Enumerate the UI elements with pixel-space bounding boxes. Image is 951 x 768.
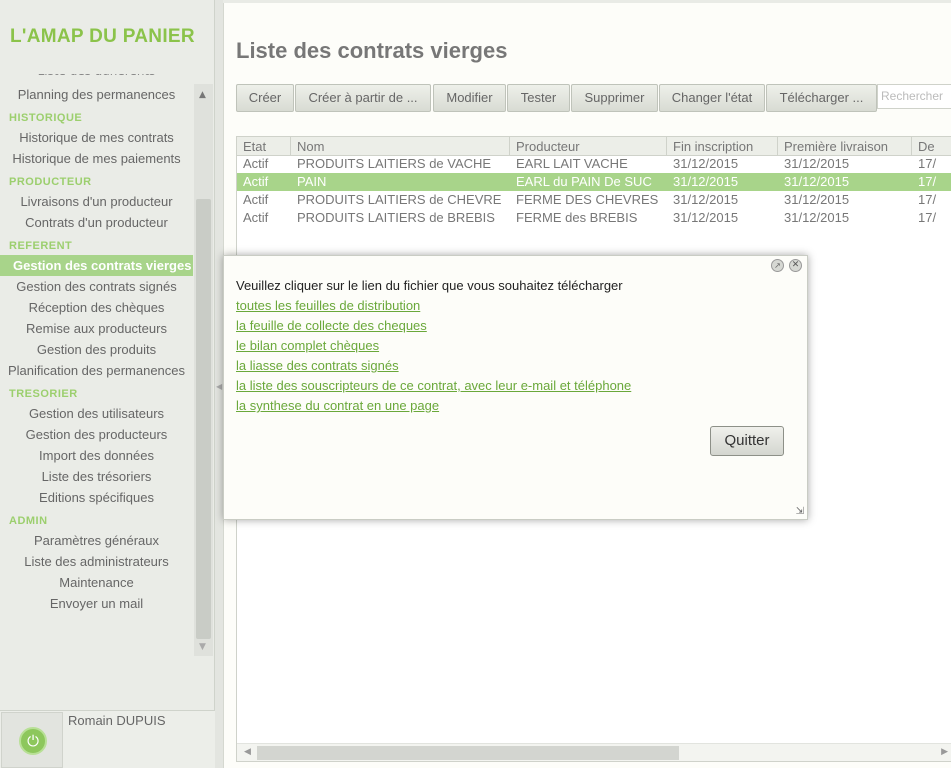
maximize-icon[interactable]: ↗ [771,259,784,272]
sidebar-item-remise-producteurs[interactable]: Remise aux producteurs [0,318,193,339]
table-cell: 31/12/2015 [673,192,739,207]
scrollbar-thumb[interactable] [196,199,211,639]
sidebar-menu: Liste des adhérents Planning des permane… [0,74,193,656]
table-cell: 17/ [918,174,937,189]
link-feuille-collecte-cheques[interactable]: la feuille de collecte des cheques [236,318,427,333]
table-cell: EARL du PAIN De SUC [516,174,652,189]
resize-handle-icon[interactable]: ⇲ [796,506,804,517]
sidebar-item-envoyer-mail[interactable]: Envoyer un mail [0,593,193,614]
column-header[interactable]: De [912,137,951,156]
scroll-down-icon[interactable]: ▼ [199,642,206,652]
link-liste-souscripteurs[interactable]: la liste des souscripteurs de ce contrat… [236,378,631,393]
table-row[interactable]: Actif PRODUITS LAITIERS de BREBIS FERME … [237,209,951,227]
table-row[interactable]: Actif PRODUITS LAITIERS de CHEVRE FERME … [237,191,951,209]
sidebar-item-gestion-contrats-vierges[interactable]: Gestion des contrats vierges [0,255,193,276]
sidebar-item-editions-specifiques[interactable]: Editions spécifiques [0,487,193,508]
power-icon[interactable]: ⏻ [19,727,47,755]
table-cell: 31/12/2015 [784,156,850,171]
sidebar-item-livraisons-producteur[interactable]: Livraisons d'un producteur [0,191,193,212]
table-cell: PRODUITS LAITIERS de VACHE [297,156,492,171]
table-cell: 31/12/2015 [673,156,739,171]
test-button[interactable]: Tester [507,84,570,112]
sidebar-item-gestion-utilisateurs[interactable]: Gestion des utilisateurs [0,403,193,424]
link-liasse-contrats[interactable]: la liasse des contrats signés [236,358,399,373]
logout-button[interactable]: ⏻ [1,712,63,768]
table-cell: 31/12/2015 [784,192,850,207]
quit-button[interactable]: Quitter [710,426,784,456]
table-cell: 31/12/2015 [673,210,739,225]
delete-button[interactable]: Supprimer [571,84,658,112]
sidebar-item-liste-administrateurs[interactable]: Liste des administrateurs [0,551,193,572]
sidebar-scrollbar[interactable]: ▲ ▼ [194,84,213,656]
table-cell: 17/ [918,156,937,171]
sidebar-item-import-donnees[interactable]: Import des données [0,445,193,466]
sidebar-item-planning-des-permanences[interactable]: Planning des permanences [0,84,193,105]
section-admin: ADMIN [9,515,48,527]
table-cell: 31/12/2015 [784,210,850,225]
column-header[interactable]: Fin inscription [667,137,778,156]
page-title: Liste des contrats vierges [236,38,508,63]
sidebar-item-contrats-producteur[interactable]: Contrats d'un producteur [0,212,193,233]
table-cell: PAIN [297,174,327,189]
scroll-left-icon[interactable]: ◀ [244,747,251,757]
change-state-button[interactable]: Changer l'état [659,84,765,112]
search-input[interactable]: Rechercher [877,84,951,109]
section-referent: REFERENT [9,240,73,252]
table-cell: Actif [243,192,269,207]
app-title: L'AMAP DU PANIER [10,26,195,47]
section-historique: HISTORIQUE [9,112,83,124]
link-bilan-cheques[interactable]: le bilan complet chèques [236,338,379,353]
splitter-handle-icon[interactable]: ◀ [216,382,222,391]
download-dialog: ↗ ✕ Veuillez cliquer sur le lien du fich… [223,255,808,520]
sidebar-item-gestion-contrats-signes[interactable]: Gestion des contrats signés [0,276,193,297]
table-cell: 31/12/2015 [673,174,739,189]
section-producteur: PRODUCTEUR [9,176,92,188]
table-cell: PRODUITS LAITIERS de CHEVRE [297,192,502,207]
scrollbar-thumb[interactable] [257,746,679,760]
close-icon[interactable]: ✕ [789,259,802,272]
user-box: ⏻ Romain DUPUIS [0,710,215,768]
table-cell: 17/ [918,192,937,207]
table-header: Etat Nom Producteur Fin inscription Prem… [237,137,951,156]
scroll-up-icon[interactable]: ▲ [199,90,206,100]
scroll-right-icon[interactable]: ▶ [941,747,948,757]
table-cell: FERME DES CHEVRES [516,192,659,207]
sidebar-item-gestion-producteurs[interactable]: Gestion des producteurs [0,424,193,445]
create-button[interactable]: Créer [236,84,294,112]
sidebar-item-gestion-produits[interactable]: Gestion des produits [0,339,193,360]
modify-button[interactable]: Modifier [433,84,506,112]
table-cell: FERME des BREBIS [516,210,638,225]
user-name: Romain DUPUIS [68,713,166,728]
sidebar-item-maintenance[interactable]: Maintenance [0,572,193,593]
sidebar-item-reception-cheques[interactable]: Réception des chèques [0,297,193,318]
column-header[interactable]: Nom [291,137,510,156]
horizontal-scrollbar[interactable]: ◀ ▶ [237,743,951,761]
link-synthese-contrat[interactable]: la synthese du contrat en une page [236,398,439,413]
sidebar-item-historique-contrats[interactable]: Historique de mes contrats [0,127,193,148]
sidebar-item-planification-permanences[interactable]: Planification des permanences [0,360,193,381]
table-cell: PRODUITS LAITIERS de BREBIS [297,210,495,225]
sidebar-item-liste-des-adherents[interactable]: Liste des adhérents [0,74,193,84]
table-cell: Actif [243,210,269,225]
table-cell: Actif [243,156,269,171]
table-row[interactable]: Actif PRODUITS LAITIERS de VACHE EARL LA… [237,155,951,173]
column-header[interactable]: Première livraison [778,137,912,156]
table-cell: 17/ [918,210,937,225]
create-from-button[interactable]: Créer à partir de ... [295,84,431,112]
dialog-message: Veuillez cliquer sur le lien du fichier … [236,278,623,293]
download-button[interactable]: Télécharger ... [766,84,877,112]
sidebar: L'AMAP DU PANIER Liste des adhérents Pla… [0,0,215,768]
table-cell: EARL LAIT VACHE [516,156,628,171]
sidebar-item-parametres-generaux[interactable]: Paramètres généraux [0,530,193,551]
table-cell: 31/12/2015 [784,174,850,189]
column-header[interactable]: Producteur [510,137,667,156]
column-header[interactable]: Etat [237,137,291,156]
link-feuilles-distribution[interactable]: toutes les feuilles de distribution [236,298,420,313]
sidebar-item-historique-paiements[interactable]: Historique de mes paiements [0,148,193,169]
section-tresorier: TRESORIER [9,388,78,400]
table-cell: Actif [243,174,269,189]
sidebar-item-liste-tresoriers[interactable]: Liste des trésoriers [0,466,193,487]
panel-splitter[interactable]: ◀ [215,0,223,768]
table-row-selected[interactable]: Actif PAIN EARL du PAIN De SUC 31/12/201… [237,173,951,191]
